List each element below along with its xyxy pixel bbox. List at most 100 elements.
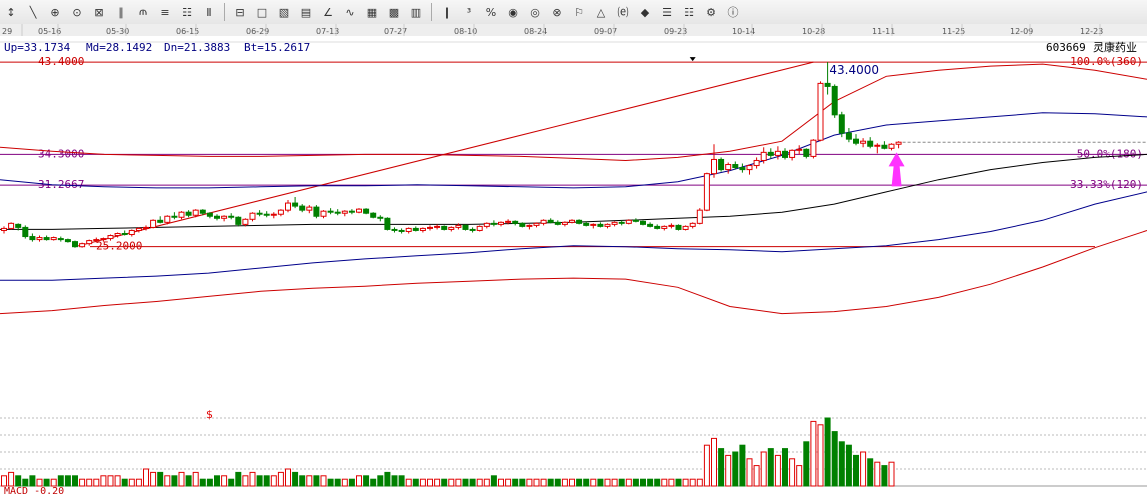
bars-icon[interactable]: ☷ xyxy=(679,2,699,22)
candle-body xyxy=(483,222,490,227)
volume-bar xyxy=(242,475,249,487)
candle-body xyxy=(292,202,299,207)
candle-body xyxy=(36,237,43,241)
candle-body xyxy=(43,237,50,241)
percent-icon[interactable]: ³ xyxy=(459,2,479,22)
period-icon[interactable]: ↕ xyxy=(1,2,21,22)
volume-bar xyxy=(632,478,639,487)
percent-sign-icon[interactable]: % xyxy=(481,2,501,22)
volume-bar xyxy=(441,478,448,487)
candle-body xyxy=(654,225,661,229)
candle-body xyxy=(817,82,824,141)
table-icon[interactable]: ☷ xyxy=(177,2,197,22)
volume-bar xyxy=(867,458,874,487)
candle-body xyxy=(427,226,433,229)
candle-body xyxy=(490,222,497,225)
fork-icon[interactable]: ⫙ xyxy=(133,2,153,22)
fibonacci-icon[interactable]: ⊟ xyxy=(230,2,250,22)
volume-bar xyxy=(668,478,675,487)
draw-segment-icon[interactable]: ╲ xyxy=(23,2,43,22)
volume-bar xyxy=(682,478,689,487)
candle-body xyxy=(256,212,263,215)
candle-body xyxy=(590,223,597,226)
settings-icon[interactable]: ⚙ xyxy=(701,2,721,22)
volume-bar xyxy=(114,475,121,487)
candle-body xyxy=(561,221,568,225)
volume-bar xyxy=(874,461,881,487)
bar-chart-icon[interactable]: ❙ xyxy=(437,2,457,22)
volume-bar xyxy=(221,475,228,487)
text-icon[interactable]: ⒠ xyxy=(613,2,633,22)
volume-bar xyxy=(50,478,57,487)
candle-body xyxy=(206,212,213,217)
calendar-icon[interactable]: ▩ xyxy=(384,2,404,22)
volume-bar xyxy=(838,441,845,487)
candle-body xyxy=(640,220,646,225)
candle-body xyxy=(192,209,199,216)
candle-body xyxy=(689,222,696,227)
target-alt-icon[interactable]: ⊙ xyxy=(67,2,87,22)
grid-icon[interactable]: ⊠ xyxy=(89,2,109,22)
volume-bar xyxy=(640,478,646,487)
gold-icon[interactable]: ◉ xyxy=(503,2,523,22)
lines-icon[interactable]: ☰ xyxy=(657,2,677,22)
info-icon[interactable]: ⓘ xyxy=(723,2,743,22)
coin-icon[interactable]: ◎ xyxy=(525,2,545,22)
stock-code-label: 603669 xyxy=(1046,41,1086,54)
volume-bar xyxy=(263,475,270,487)
fib-price-label: 34.3000 xyxy=(38,147,84,160)
volume-bar xyxy=(703,444,710,487)
volume-bar xyxy=(164,475,171,487)
flag-icon[interactable]: ⚐ xyxy=(569,2,589,22)
volume-bar xyxy=(519,478,526,487)
volume-bars xyxy=(0,417,1147,487)
peak-price-label: 43.4000 xyxy=(829,63,879,77)
volume-bar xyxy=(72,475,78,487)
candle-body xyxy=(270,213,277,216)
volume-bar xyxy=(824,417,831,487)
toolbar-separator xyxy=(224,3,225,21)
candle-body xyxy=(299,205,306,211)
tag-icon[interactable]: ◆ xyxy=(635,2,655,22)
volume-bar xyxy=(320,475,327,487)
volume-bar xyxy=(370,478,377,487)
volume-bar xyxy=(143,468,149,487)
volume-bar xyxy=(391,475,398,487)
boxes-icon[interactable]: ▦ xyxy=(362,2,382,22)
volume-bar xyxy=(363,475,370,487)
volume-bar xyxy=(57,475,64,487)
candle-body xyxy=(576,219,583,224)
volume-bar xyxy=(498,478,504,487)
volume-bar xyxy=(505,478,512,487)
channel-icon[interactable]: ▧ xyxy=(274,2,294,22)
fan-icon[interactable]: ▤ xyxy=(296,2,316,22)
columns-icon[interactable]: Ⅱ xyxy=(199,2,219,22)
candle-body xyxy=(547,219,554,223)
angle-icon[interactable]: ∠ xyxy=(318,2,338,22)
volume-bar xyxy=(625,478,632,487)
candle-body xyxy=(285,202,291,211)
volume-bar xyxy=(214,475,220,487)
volume-bar xyxy=(384,471,391,487)
candle-body xyxy=(114,233,121,237)
layers-icon[interactable]: ≡ xyxy=(155,2,175,22)
volume-bar xyxy=(285,468,291,487)
target-icon[interactable]: ⊕ xyxy=(45,2,65,22)
volume-bar xyxy=(36,478,43,487)
volume-bar xyxy=(604,478,611,487)
volume-bar xyxy=(689,478,696,487)
wave-icon[interactable]: ∿ xyxy=(340,2,360,22)
volume-bar xyxy=(43,478,50,487)
candle-body xyxy=(810,139,817,157)
candle-body xyxy=(79,243,86,248)
ruler-icon[interactable]: ▥ xyxy=(406,2,426,22)
alert-icon[interactable]: △ xyxy=(591,2,611,22)
volume-bar xyxy=(526,478,533,487)
volume-bar xyxy=(150,471,157,487)
candle-body xyxy=(157,219,164,223)
volume-bar xyxy=(576,478,583,487)
rect-icon[interactable]: □ xyxy=(252,2,272,22)
lock-icon[interactable]: ⊗ xyxy=(547,2,567,22)
volume-bar xyxy=(434,478,441,487)
parallel-lines-icon[interactable]: ∥ xyxy=(111,2,131,22)
